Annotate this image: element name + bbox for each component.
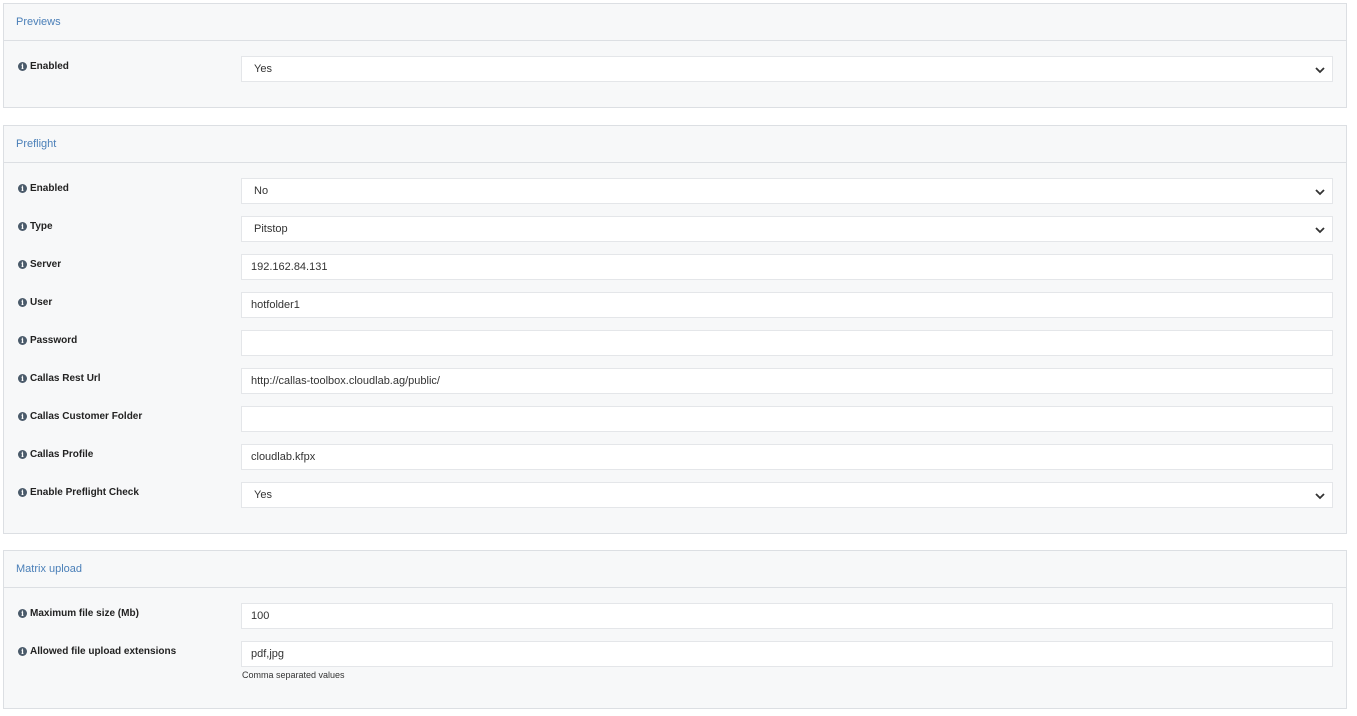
chevron-down-icon <box>1315 67 1325 74</box>
user-input[interactable]: hotfolder1 <box>241 292 1333 318</box>
matrix-upload-header: Matrix upload <box>4 551 1346 588</box>
preflight-enabled-row: i Enabled No <box>4 178 1346 204</box>
info-circle-icon[interactable]: i <box>18 609 27 618</box>
previews-header: Previews <box>4 4 1346 41</box>
info-circle-icon[interactable]: i <box>18 412 27 421</box>
callas-rest-url-input[interactable]: http://callas-toolbox.cloudlab.ag/public… <box>241 368 1333 394</box>
info-circle-icon[interactable]: i <box>18 450 27 459</box>
preflight-header: Preflight <box>4 126 1346 163</box>
info-circle-icon[interactable]: i <box>18 62 27 71</box>
info-circle-icon[interactable]: i <box>18 488 27 497</box>
field-label: i Type <box>18 216 53 242</box>
info-circle-icon[interactable]: i <box>18 374 27 383</box>
allowed-extensions-help: Comma separated values <box>242 670 345 680</box>
panel-title: Matrix upload <box>16 563 83 575</box>
preflight-type-select[interactable]: Pitstop <box>241 216 1333 242</box>
field-label: i Enable Preflight Check <box>18 482 139 508</box>
preflight-callas-rest-url-row: i Callas Rest Url http://callas-toolbox.… <box>4 368 1346 394</box>
matrix-upload-panel: Matrix upload i Maximum file size (Mb) 1… <box>3 550 1347 709</box>
previews-panel: Previews i Enabled Yes <box>3 3 1347 108</box>
allowed-extensions-row: i Allowed file upload extensions pdf,jpg <box>4 641 1346 667</box>
info-circle-icon[interactable]: i <box>18 298 27 307</box>
field-label: i Callas Rest Url <box>18 368 101 394</box>
field-label: i Enabled <box>18 178 69 204</box>
max-file-size-row: i Maximum file size (Mb) 100 <box>4 603 1346 629</box>
field-label: i Server <box>18 254 61 280</box>
info-circle-icon[interactable]: i <box>18 222 27 231</box>
info-circle-icon[interactable]: i <box>18 260 27 269</box>
field-label: i Allowed file upload extensions <box>18 641 176 667</box>
preflight-enable-check-row: i Enable Preflight Check Yes <box>4 482 1346 508</box>
field-label: i Callas Customer Folder <box>18 406 142 432</box>
preflight-enabled-select[interactable]: No <box>241 178 1333 204</box>
field-label: i Maximum file size (Mb) <box>18 603 139 629</box>
preflight-callas-customer-folder-row: i Callas Customer Folder <box>4 406 1346 432</box>
preflight-panel: Preflight i Enabled No i Type Pitstop i … <box>3 125 1347 534</box>
chevron-down-icon <box>1315 227 1325 234</box>
info-circle-icon[interactable]: i <box>18 184 27 193</box>
server-input[interactable]: 192.162.84.131 <box>241 254 1333 280</box>
preflight-callas-profile-row: i Callas Profile cloudlab.kfpx <box>4 444 1346 470</box>
previews-enabled-select[interactable]: Yes <box>241 56 1333 82</box>
previews-enabled-row: i Enabled Yes <box>4 56 1346 82</box>
panel-title: Previews <box>16 16 61 28</box>
chevron-down-icon <box>1315 493 1325 500</box>
field-label: i Password <box>18 330 77 356</box>
chevron-down-icon <box>1315 189 1325 196</box>
field-label: i User <box>18 292 52 318</box>
allowed-extensions-input[interactable]: pdf,jpg <box>241 641 1333 667</box>
field-label: i Callas Profile <box>18 444 93 470</box>
max-file-size-input[interactable]: 100 <box>241 603 1333 629</box>
callas-profile-input[interactable]: cloudlab.kfpx <box>241 444 1333 470</box>
panel-title: Preflight <box>16 138 57 150</box>
preflight-user-row: i User hotfolder1 <box>4 292 1346 318</box>
enable-preflight-check-select[interactable]: Yes <box>241 482 1333 508</box>
preflight-server-row: i Server 192.162.84.131 <box>4 254 1346 280</box>
info-circle-icon[interactable]: i <box>18 647 27 656</box>
preflight-password-row: i Password <box>4 330 1346 356</box>
password-input[interactable] <box>241 330 1333 356</box>
field-label: i Enabled <box>18 56 69 82</box>
preflight-type-row: i Type Pitstop <box>4 216 1346 242</box>
callas-customer-folder-input[interactable] <box>241 406 1333 432</box>
info-circle-icon[interactable]: i <box>18 336 27 345</box>
